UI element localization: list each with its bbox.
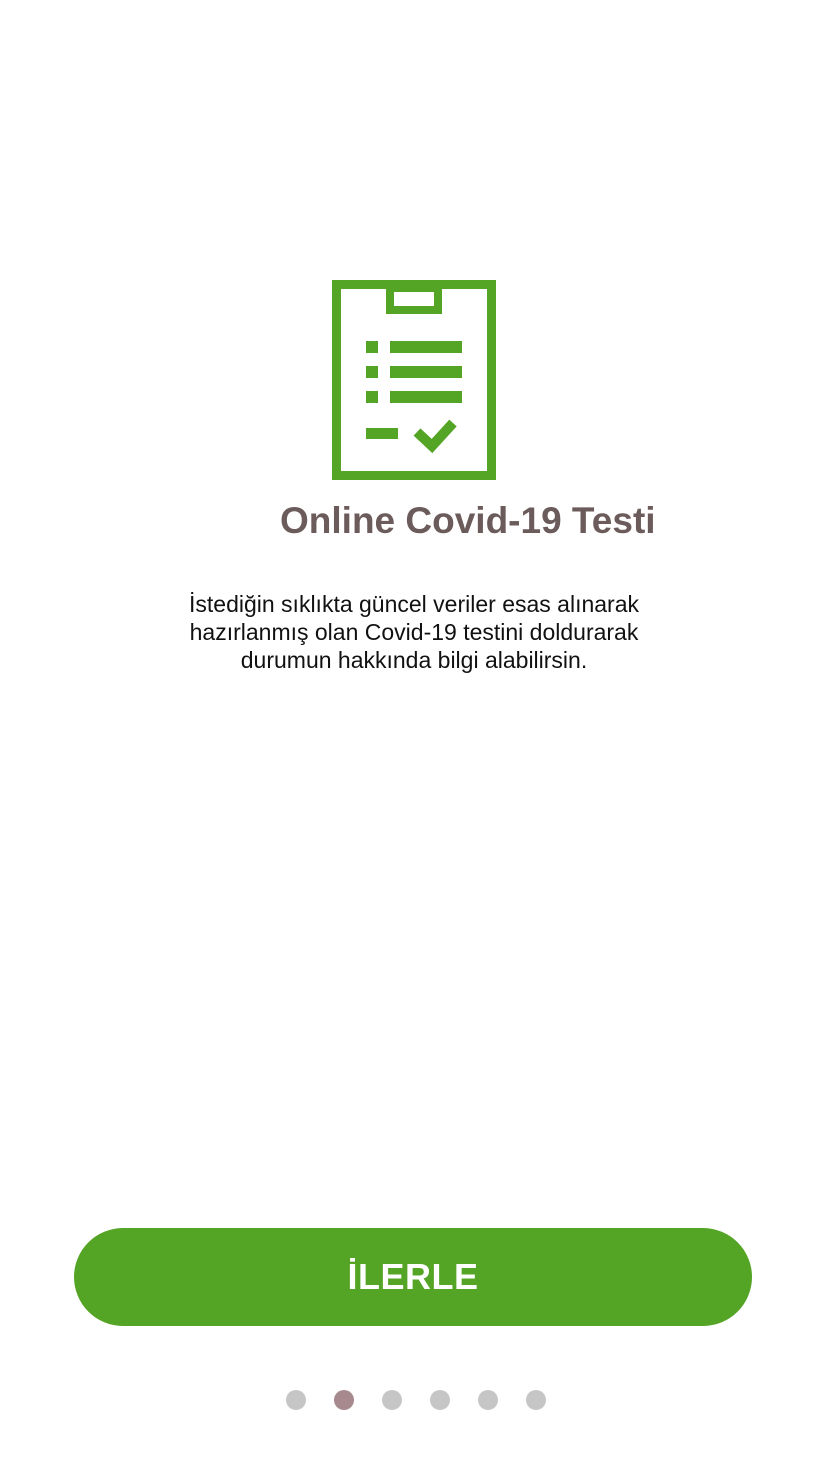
page-indicator-dot-3[interactable] — [382, 1390, 402, 1410]
onboarding-screen: Online Covid-19 Testi İstediğin sıklıkta… — [0, 0, 828, 1472]
description-line: İstediğin sıklıkta güncel veriler esas a… — [189, 591, 639, 617]
page-indicator-dot-5[interactable] — [478, 1390, 498, 1410]
description-text: İstediğin sıklıkta güncel veriler esas a… — [164, 590, 664, 674]
next-button[interactable]: İLERLE — [74, 1228, 752, 1326]
page-title: Online Covid-19 Testi — [280, 500, 656, 541]
page-indicator-dot-1[interactable] — [286, 1390, 306, 1410]
page-indicator — [286, 1390, 546, 1410]
description-line: durumun hakkında bilgi alabilirsin. — [240, 647, 588, 673]
clipboard-checklist-icon — [332, 280, 496, 480]
page-indicator-dot-4[interactable] — [430, 1390, 450, 1410]
description-line: hazırlanmış olan Covid-19 testini doldur… — [189, 619, 639, 645]
page-indicator-dot-2[interactable] — [334, 1390, 354, 1410]
page-indicator-dot-6[interactable] — [526, 1390, 546, 1410]
